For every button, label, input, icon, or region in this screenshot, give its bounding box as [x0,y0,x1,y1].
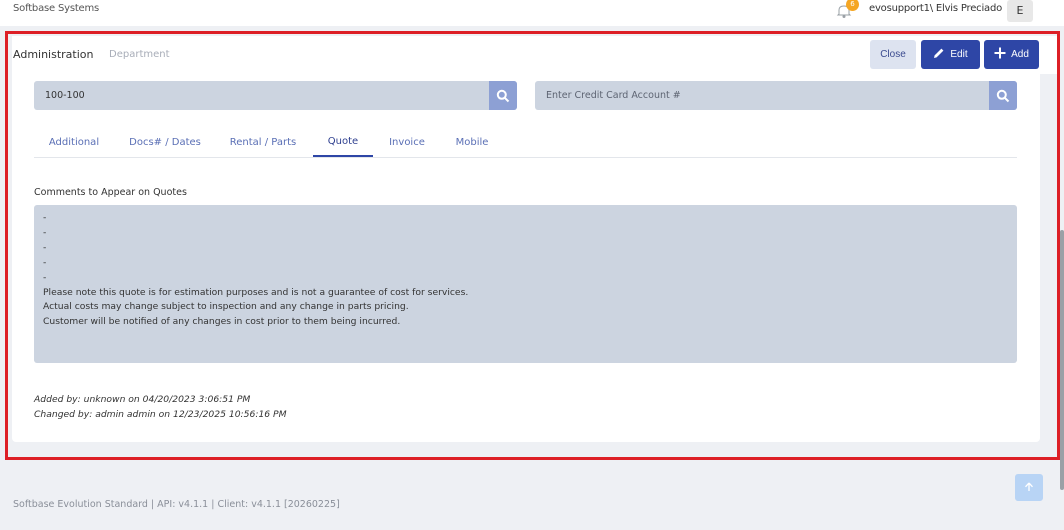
arrow-up-icon [1024,481,1034,495]
footer-version: Softbase Evolution Standard | API: v4.1.… [13,499,340,510]
page-scrollbar[interactable] [1060,230,1064,490]
top-bar: Softbase Systems 6 evosupport1\ Elvis Pr… [0,0,1064,26]
notification-count-badge: 6 [846,0,859,11]
scroll-to-top-button[interactable] [1015,474,1043,501]
avatar[interactable]: E [1007,0,1033,22]
user-name[interactable]: evosupport1\ Elvis Preciado [869,3,1002,14]
brand-name: Softbase Systems [13,3,100,14]
highlight-frame [5,31,1060,460]
